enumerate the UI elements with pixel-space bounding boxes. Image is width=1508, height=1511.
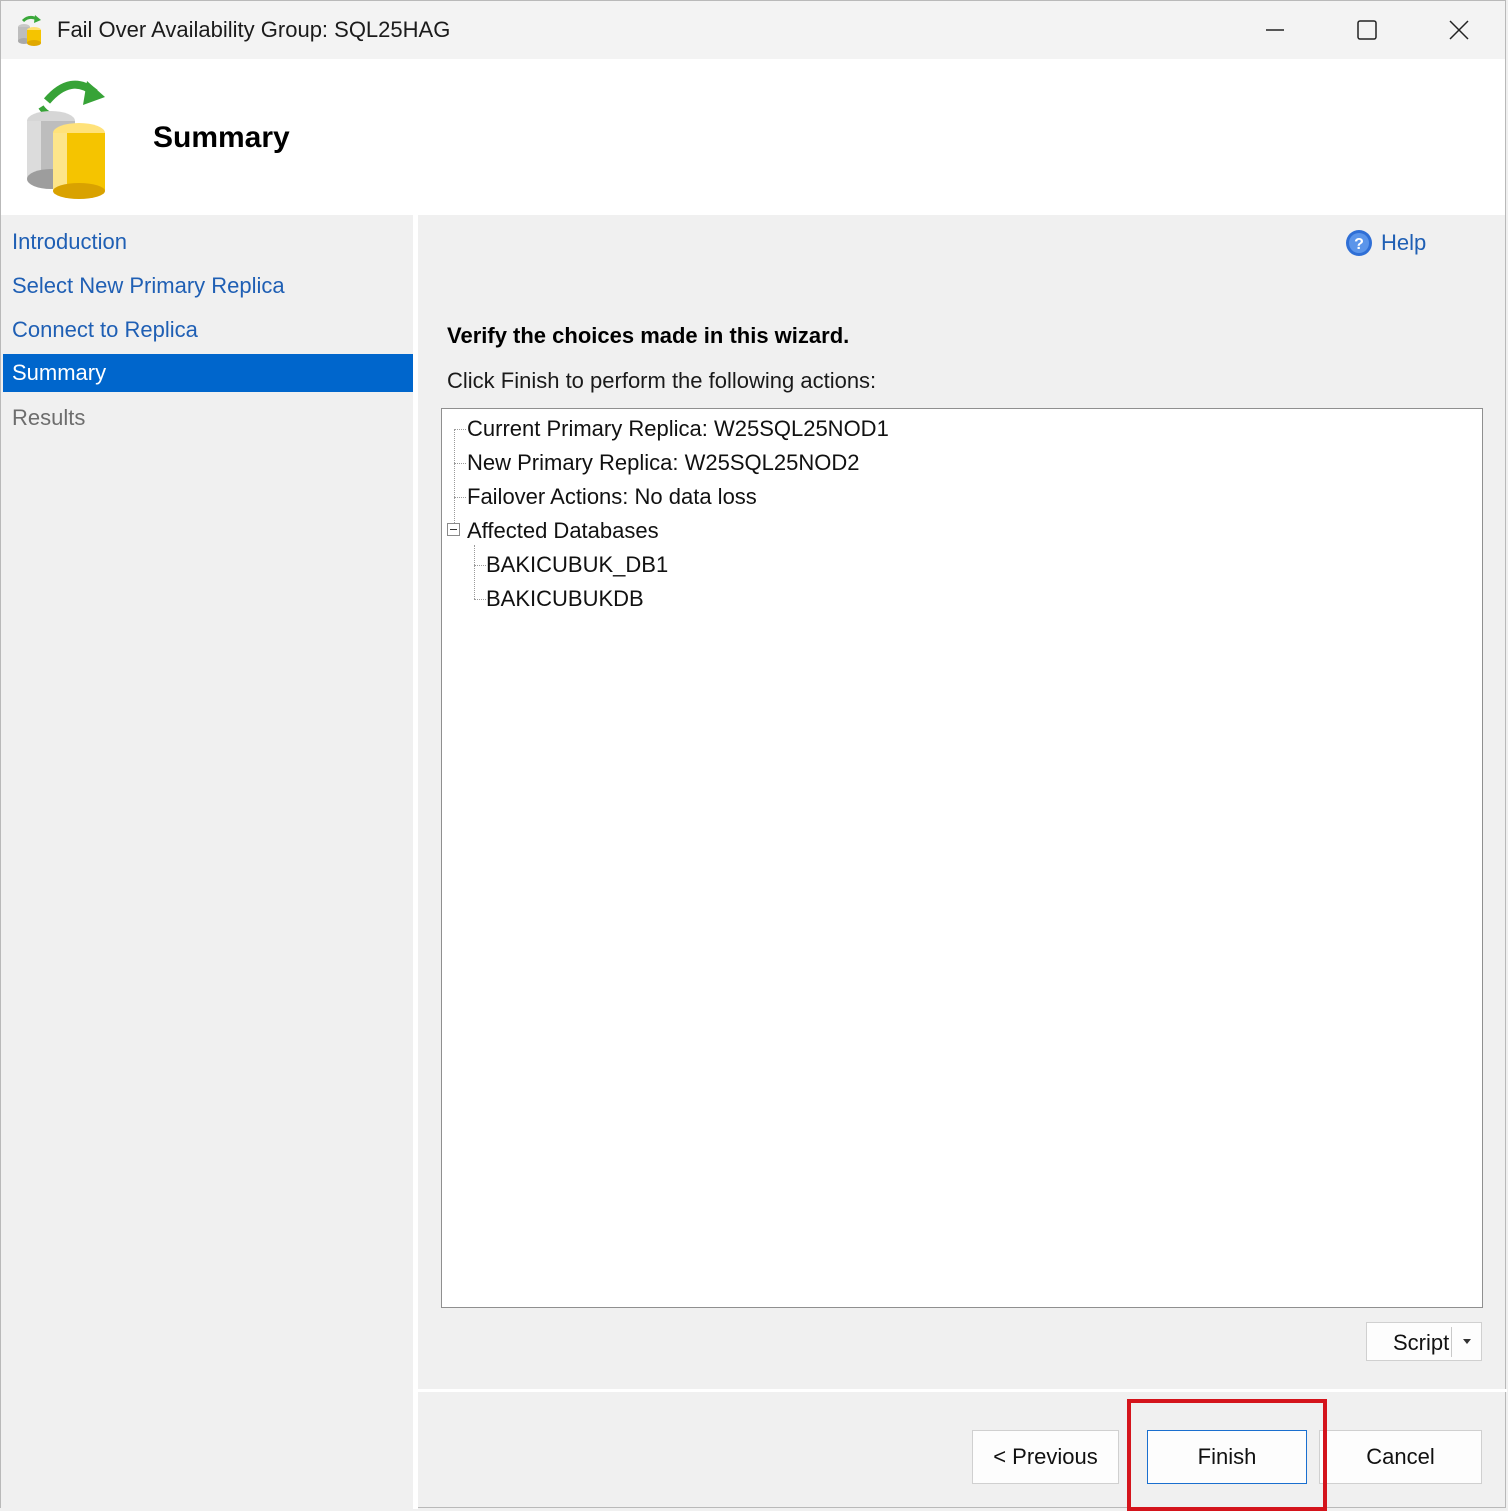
tree-node-new-primary: New Primary Replica: W25SQL25NOD2: [467, 450, 860, 475]
script-button[interactable]: Script: [1366, 1322, 1482, 1361]
nav-item-introduction[interactable]: Introduction: [3, 223, 413, 261]
tree-connector: [454, 463, 466, 464]
collapse-toggle[interactable]: [447, 523, 460, 536]
tree-connector: [454, 429, 466, 430]
split-divider: [1451, 1327, 1452, 1357]
availability-group-icon: [15, 13, 45, 47]
tree-connector: [474, 599, 486, 600]
script-label: Script: [1393, 1330, 1450, 1355]
tree-node-database: BAKICUBUKDB: [486, 586, 644, 611]
nav-item-select-new-primary-replica[interactable]: Select New Primary Replica: [3, 267, 413, 305]
tree-node-affected-databases[interactable]: Affected Databases: [467, 516, 659, 546]
summary-tree[interactable]: Current Primary Replica: W25SQL25NOD1 Ne…: [441, 408, 1483, 1308]
tree-connector: [474, 565, 486, 566]
close-icon: [1449, 20, 1469, 40]
minimize-button[interactable]: [1229, 1, 1321, 59]
maximize-icon: [1357, 20, 1377, 40]
tree-connector: [474, 545, 475, 599]
summary-subheading: Click Finish to perform the following ac…: [447, 368, 877, 393]
page-title: Summary: [153, 121, 290, 154]
summary-heading: Verify the choices made in this wizard.: [447, 323, 850, 348]
tree-node-failover-actions: Failover Actions: No data loss: [467, 484, 757, 509]
tree-connector: [454, 497, 466, 498]
svg-text:?: ?: [1354, 236, 1364, 253]
title-bar: Fail Over Availability Group: SQL25HAG: [1, 1, 1505, 59]
previous-button[interactable]: < Previous: [972, 1430, 1119, 1484]
maximize-button[interactable]: [1321, 1, 1413, 59]
tree-node-current-primary: Current Primary Replica: W25SQL25NOD1: [467, 416, 889, 441]
chevron-down-icon[interactable]: [1463, 1339, 1471, 1344]
minimize-icon: [1266, 29, 1284, 31]
nav-divider: [413, 215, 418, 1509]
wizard-window: Fail Over Availability Group: SQL25HAG S…: [0, 0, 1507, 1511]
finish-button[interactable]: Finish: [1147, 1430, 1307, 1484]
nav-item-connect-to-replica[interactable]: Connect to Replica: [3, 311, 413, 349]
cancel-button[interactable]: Cancel: [1319, 1430, 1482, 1484]
database-failover-icon: [21, 77, 121, 199]
footer-divider: [418, 1389, 1507, 1392]
tree-node-database: BAKICUBUK_DB1: [486, 552, 669, 577]
tree-connector: [454, 429, 455, 529]
window-title: Fail Over Availability Group: SQL25HAG: [57, 17, 451, 42]
nav-item-results: Results: [12, 405, 86, 430]
wizard-header: Summary: [1, 59, 1505, 215]
help-link[interactable]: ? Help: [1345, 227, 1426, 259]
close-button[interactable]: [1413, 1, 1505, 59]
wizard-nav: Introduction Select New Primary Replica …: [1, 215, 413, 1509]
help-label: Help: [1381, 230, 1427, 255]
nav-item-summary[interactable]: Summary: [3, 354, 413, 392]
help-icon: ?: [1346, 230, 1372, 256]
